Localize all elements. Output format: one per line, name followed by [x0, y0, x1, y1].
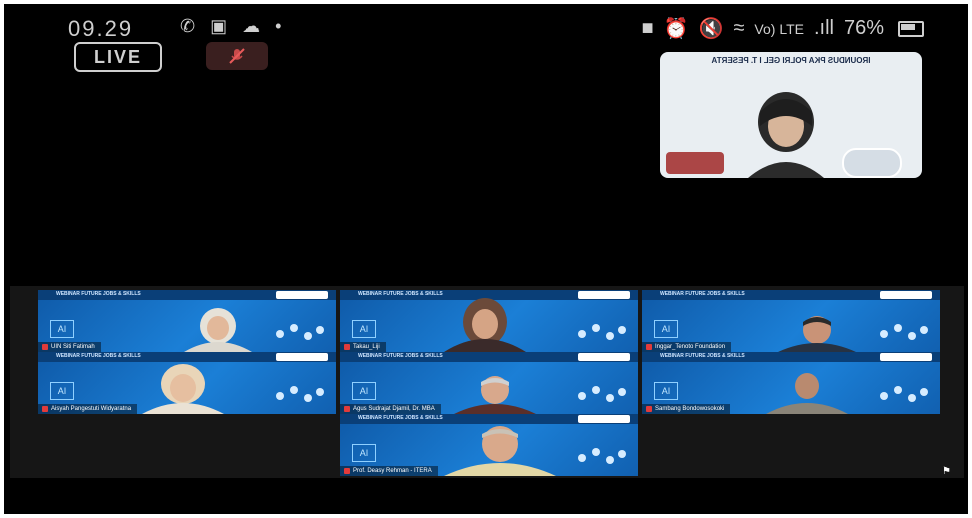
tile-header-text: WEBINAR FUTURE JOBS & SKILLS	[660, 353, 745, 359]
whatsapp-icon: ✆	[180, 16, 196, 36]
participant-video	[444, 426, 556, 476]
participant-name: Takau_Liji	[353, 344, 380, 350]
battery-icon	[898, 20, 924, 37]
participant-namebar: Prof. Deasy Rehman - ITERA	[340, 466, 438, 476]
mic-off-icon	[344, 468, 350, 474]
sponsor-logo	[276, 353, 328, 361]
participant-namebar: UIN Siti Fatimah	[38, 342, 101, 352]
network-dots-icon	[276, 324, 326, 342]
bottom-divider	[4, 512, 968, 514]
participant-name: Prof. Deasy Rehman - ITERA	[353, 468, 432, 474]
sponsor-logo	[880, 291, 932, 299]
tile-header-text: WEBINAR FUTURE JOBS & SKILLS	[358, 415, 443, 421]
tile-header-text: WEBINAR FUTURE JOBS & SKILLS	[358, 353, 443, 359]
mic-off-icon	[646, 344, 652, 350]
participant-video	[142, 364, 224, 414]
mic-off-icon	[646, 406, 652, 412]
network-dots-icon	[880, 386, 930, 404]
participant-tile[interactable]: WEBINAR FUTURE JOBS & SKILLS AI Aisyah P…	[38, 352, 336, 414]
sponsor-logo	[578, 291, 630, 299]
network-dots-icon	[578, 448, 628, 466]
status-bar: 09.29 ✆ ▣ ☁ • ■ ⏰ 🔇 ≈ Vo) LTE .ıll 76%	[4, 4, 968, 44]
meeting-screen: 09.29 ✆ ▣ ☁ • ■ ⏰ 🔇 ≈ Vo) LTE .ıll 76% L…	[4, 4, 968, 512]
participant-namebar: Aisyah Pangestuti Widyaratna	[38, 404, 138, 414]
status-left-icons: ✆ ▣ ☁ •	[180, 16, 291, 37]
network-dots-icon	[880, 324, 930, 342]
cloud-icon: ☁	[242, 16, 261, 36]
participant-video	[778, 316, 856, 352]
status-time: 09.29	[68, 16, 134, 41]
participant-name: Aisyah Pangestuti Widyaratna	[51, 406, 132, 412]
mute-button[interactable]	[206, 42, 268, 70]
mic-off-icon	[344, 344, 350, 350]
ai-logo-icon: AI	[352, 320, 376, 338]
tile-header-text: WEBINAR FUTURE JOBS & SKILLS	[56, 353, 141, 359]
sponsor-logo	[276, 291, 328, 299]
ai-logo-icon: AI	[50, 320, 74, 338]
self-video-person	[748, 92, 824, 178]
ai-logo-icon: AI	[654, 320, 678, 338]
ai-logo-icon: AI	[654, 382, 678, 400]
participant-tile[interactable]: WEBINAR FUTURE JOBS & SKILLS AI UIN Siti…	[38, 290, 336, 352]
tile-header-text: WEBINAR FUTURE JOBS & SKILLS	[660, 291, 745, 297]
mute-icon: 🔇	[698, 18, 724, 40]
flag-icon: ⚑	[942, 466, 951, 477]
participant-namebar: Takau_Liji	[340, 342, 386, 352]
participant-name: UIN Siti Fatimah	[51, 344, 95, 350]
participant-name: Sambang Bondowosokoki	[655, 406, 725, 412]
tile-header-text: WEBINAR FUTURE JOBS & SKILLS	[358, 291, 443, 297]
participant-namebar: Sambang Bondowosokoki	[642, 404, 731, 414]
mic-off-icon	[42, 344, 48, 350]
participant-tile[interactable]: WEBINAR FUTURE JOBS & SKILLS AI Takau_Li…	[340, 290, 638, 352]
participant-video	[184, 308, 252, 352]
battery-percent: 76%	[843, 17, 884, 39]
participant-name: Inggar_Tenoto Foundation	[655, 344, 726, 350]
gallery-icon: ▣	[210, 16, 228, 36]
participant-tile[interactable]: WEBINAR FUTURE JOBS & SKILLS AI Inggar_T…	[642, 290, 940, 352]
ai-logo-icon: AI	[352, 382, 376, 400]
tile-header-text: WEBINAR FUTURE JOBS & SKILLS	[56, 291, 141, 297]
ai-logo-icon: AI	[352, 444, 376, 462]
signal-icon: .ıll	[813, 17, 834, 39]
dot-icon: •	[275, 16, 282, 36]
ai-logo-icon: AI	[50, 382, 74, 400]
participant-name: Agus Sudrajat Djamil, Dr. MBA	[353, 406, 435, 412]
switch-camera-button[interactable]	[842, 148, 902, 178]
participant-tile[interactable]: WEBINAR FUTURE JOBS & SKILLS AI Prof. De…	[340, 414, 638, 476]
sponsor-logo	[578, 353, 630, 361]
sponsor-logo	[880, 353, 932, 361]
participant-video	[444, 298, 526, 352]
participant-video	[454, 376, 536, 414]
pip-banner-text: IROUNDUS PKA POLRI GEL I T. PESERTA	[711, 56, 871, 65]
participant-video	[766, 373, 848, 414]
network-dots-icon	[276, 386, 326, 404]
sponsor-logo	[578, 415, 630, 423]
network-dots-icon	[578, 324, 628, 342]
wifi-icon: ≈	[733, 17, 745, 39]
mic-off-icon	[42, 406, 48, 412]
network-label: Vo) LTE	[754, 20, 804, 37]
network-dots-icon	[578, 386, 628, 404]
pip-mic-off-button[interactable]	[666, 152, 724, 174]
live-badge: LIVE	[74, 42, 162, 72]
mic-off-icon	[229, 48, 245, 64]
status-right-icons: ■ ⏰ 🔇 ≈ Vo) LTE .ıll 76%	[642, 16, 924, 41]
alarm-icon: ⏰	[663, 18, 689, 40]
participant-namebar: Inggar_Tenoto Foundation	[642, 342, 732, 352]
self-view-pip[interactable]: IROUNDUS PKA POLRI GEL I T. PESERTA	[660, 52, 922, 178]
camera-icon: ■	[641, 17, 654, 39]
participant-grid: WEBINAR FUTURE JOBS & SKILLS AI UIN Siti…	[10, 286, 964, 478]
participant-tile[interactable]: WEBINAR FUTURE JOBS & SKILLS AI Sambang …	[642, 352, 940, 414]
participant-namebar: Agus Sudrajat Djamil, Dr. MBA	[340, 404, 441, 414]
mic-off-icon	[344, 406, 350, 412]
participant-tile[interactable]: WEBINAR FUTURE JOBS & SKILLS AI Agus Sud…	[340, 352, 638, 414]
